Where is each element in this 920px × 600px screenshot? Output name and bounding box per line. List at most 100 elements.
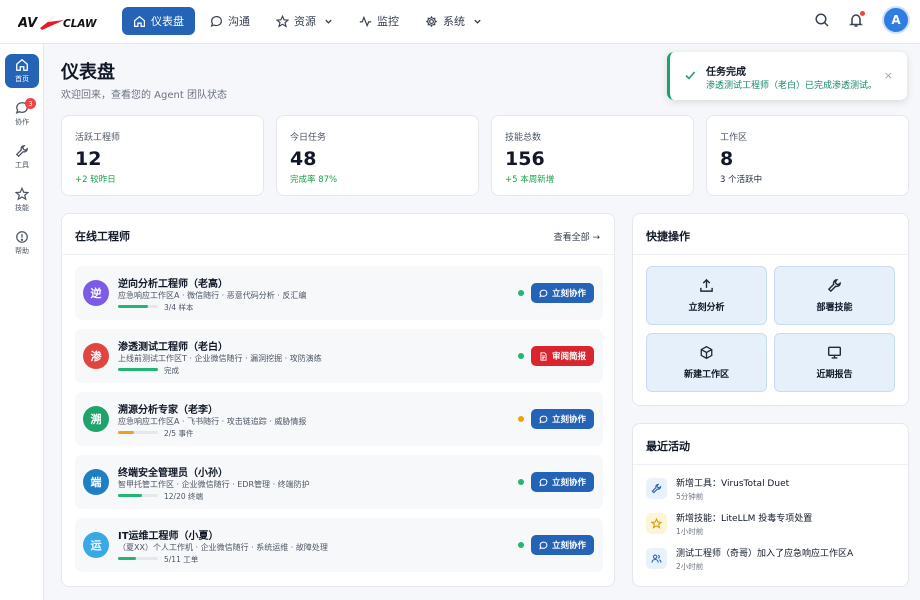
panel-title: 最近活动 (646, 440, 690, 453)
chat-icon (539, 289, 548, 297)
panel-title: 快捷操作 (646, 230, 690, 243)
collaborate-button[interactable]: 立刻协作 (531, 472, 594, 492)
user-avatar[interactable]: A (882, 6, 910, 34)
activity-time: 1小时前 (676, 527, 704, 536)
collaborate-button[interactable]: 立刻协作 (531, 283, 594, 303)
sidebar-item-label: 技能 (15, 204, 29, 212)
nav-label: 沟通 (228, 15, 250, 28)
chat-icon (539, 478, 548, 486)
top-right-actions: A (814, 6, 910, 34)
engineer-avatar: 溯 (83, 406, 109, 432)
stat-card-active-engineers: 活跃工程师 12 +2 较昨日 (61, 115, 264, 196)
search-button[interactable] (814, 12, 830, 28)
star-icon (651, 518, 662, 529)
cube-icon (700, 345, 713, 360)
stat-value: 8 (720, 148, 734, 170)
home-icon (16, 58, 28, 71)
help-icon (16, 231, 28, 243)
engineer-avatar: 运 (83, 532, 109, 558)
engineer-progress-bar (118, 557, 158, 560)
sidebar-item-label: 帮助 (15, 247, 29, 255)
gear-icon (426, 15, 437, 27)
quick-action-label: 近期报告 (816, 370, 853, 380)
stat-note: +5 本周新增 (505, 175, 555, 185)
quick-action-recent-reports[interactable]: 近期报告 (774, 333, 895, 392)
sidebar-item-label: 工具 (15, 161, 29, 169)
upload-icon (700, 278, 713, 292)
toast-close-button[interactable]: × (884, 69, 893, 82)
sidebar: 首页 协作 3 工具 技能 帮助 (0, 44, 44, 600)
stat-note: 3 个活跃中 (720, 175, 763, 185)
collaborate-button[interactable]: 立刻协作 (531, 409, 594, 429)
nav-label: 资源 (294, 15, 316, 28)
stat-label: 活跃工程师 (75, 133, 121, 143)
star-icon (15, 187, 29, 201)
sidebar-item-label: 首页 (15, 75, 29, 83)
sidebar-item-home[interactable]: 首页 (5, 54, 39, 88)
activity-icon-box (646, 478, 667, 499)
quick-actions-panel: 快捷操作 立刻分析 部署技能 新建工作区 近期报告 (632, 213, 909, 406)
quick-action-analyze[interactable]: 立刻分析 (646, 266, 767, 325)
engineer-name: 终端安全管理员（小孙） (118, 468, 228, 479)
chat-icon (210, 15, 222, 27)
chat-icon (539, 541, 548, 549)
nav-label: 仪表盘 (151, 15, 184, 28)
stat-value: 156 (505, 148, 545, 170)
stat-value: 12 (75, 148, 102, 170)
sidebar-item-skills[interactable]: 技能 (5, 183, 39, 217)
wrench-icon (827, 279, 841, 293)
brand-logo[interactable]: AV CLAW (18, 8, 98, 34)
document-icon (540, 351, 547, 361)
divider (633, 464, 908, 465)
stat-label: 工作区 (720, 133, 748, 143)
notifications-button[interactable] (848, 11, 865, 28)
engineer-avatar: 渗 (83, 343, 109, 369)
sidebar-item-label: 协作 (15, 118, 29, 126)
activity-icon-box (646, 548, 667, 569)
stat-card-today-tasks: 今日任务 48 完成率 87% (276, 115, 479, 196)
quick-action-deploy-skill[interactable]: 部署技能 (774, 266, 895, 325)
nav-dashboard[interactable]: 仪表盘 (122, 7, 195, 35)
check-icon (685, 71, 696, 80)
button-label: 审阅简报 (551, 352, 586, 362)
engineer-description: 应急响应工作区A · 微信随行 · 恶意代码分析 · 反汇编 (118, 291, 307, 300)
engineer-progress-fill (118, 368, 158, 371)
nav-communication[interactable]: 沟通 (199, 7, 261, 35)
search-icon (815, 13, 829, 27)
divider (62, 254, 614, 255)
engineer-description: 上线前测试工作区T · 企业微信随行 · 漏洞挖掘 · 攻防演练 (118, 354, 322, 363)
activity-time: 2小时前 (676, 562, 704, 571)
view-all-link[interactable]: 查看全部 → (554, 230, 600, 243)
engineer-progress-fill (118, 494, 142, 497)
nav-system[interactable]: 系统 (414, 7, 493, 35)
sidebar-item-help[interactable]: 帮助 (5, 226, 39, 260)
stat-card-total-skills: 技能总数 156 +5 本周新增 (491, 115, 694, 196)
activity-text: 新增技能：LiteLLM 投毒专项处置 (676, 514, 813, 524)
quick-action-new-workspace[interactable]: 新建工作区 (646, 333, 767, 392)
sidebar-item-collab[interactable]: 协作 3 (5, 97, 39, 131)
top-bar: AV CLAW 仪表盘 沟通 资源 监控 系统 A (0, 0, 920, 44)
toast-message: 渗透测试工程师（老白）已完成渗透测试。 (706, 81, 878, 91)
main-nav: 仪表盘 沟通 资源 监控 系统 (122, 7, 493, 35)
engineer-description: （夏XX）个人工作机 · 企业微信随行 · 系统运维 · 故障处理 (118, 543, 328, 552)
engineer-row: 运 IT运维工程师（小夏） （夏XX）个人工作机 · 企业微信随行 · 系统运维 ·… (75, 518, 603, 572)
collab-count-badge: 3 (25, 98, 36, 109)
online-engineers-panel: 在线工程师 查看全部 → 逆逆向分析工程师（老高） 应急响应工作区A · 微信随行… (61, 213, 615, 587)
engineer-progress-text: 12/20 终端 (164, 492, 203, 501)
activity-icon-box (646, 513, 667, 534)
activity-item: 新增技能：LiteLLM 投毒专项处置 1小时前 (646, 510, 886, 538)
page-title: 仪表盘 (61, 62, 115, 83)
quick-action-label: 立刻分析 (688, 303, 725, 313)
engineer-progress-bar (118, 368, 158, 371)
engineer-progress-fill (118, 431, 134, 434)
panel-title: 在线工程师 (75, 230, 130, 243)
nav-label: 系统 (443, 15, 465, 28)
sidebar-item-tools[interactable]: 工具 (5, 140, 39, 174)
divider (633, 254, 908, 255)
status-dot (518, 290, 524, 296)
nav-resources[interactable]: 资源 (265, 7, 344, 35)
review-report-button[interactable]: 审阅简报 (531, 346, 594, 366)
nav-monitor[interactable]: 监控 (348, 7, 410, 35)
activity-item: 新增工具：VirusTotal Duet 5分钟前 (646, 475, 886, 503)
collaborate-button[interactable]: 立刻协作 (531, 535, 594, 555)
